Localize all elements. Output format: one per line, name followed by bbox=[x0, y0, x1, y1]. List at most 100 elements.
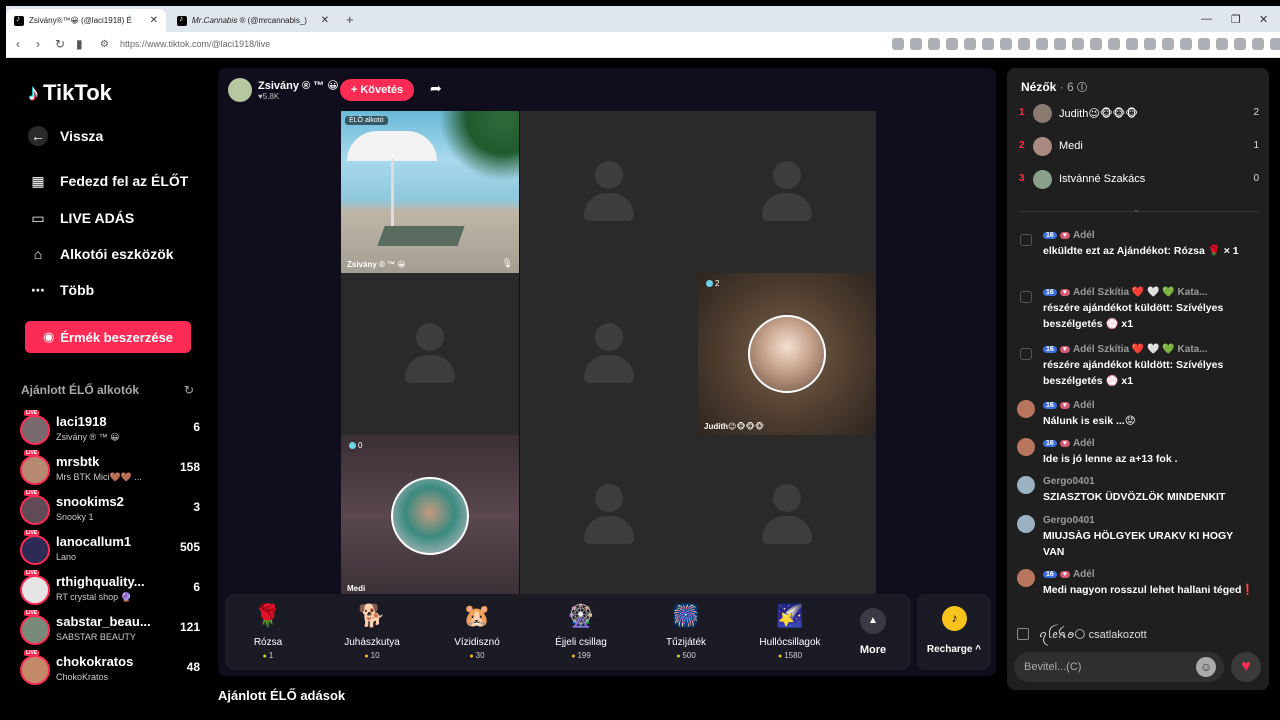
calendar-icon: ▦ bbox=[31, 172, 45, 189]
guest-cell-host[interactable]: ÉLŐ alkotó Zsivány ® ™ 😀 🎙 bbox=[341, 111, 519, 273]
person-placeholder-icon bbox=[584, 323, 634, 385]
host-info[interactable]: Zsivány ® ™ 😀 ♥5.8K bbox=[228, 78, 339, 102]
person-placeholder-icon bbox=[584, 161, 634, 223]
muted-mic-icon: 🎙 bbox=[501, 258, 513, 268]
nav-live-studio[interactable]: ▭ LIVE ADÁS bbox=[28, 208, 134, 228]
gift-fireworks[interactable]: 🎆Tűzijáték500 bbox=[636, 594, 736, 670]
creator-item[interactable]: LIVE rthighquality... RT crystal shop 🔮 6 bbox=[20, 570, 200, 608]
arrow-left-icon: ← bbox=[28, 126, 48, 146]
person-placeholder-icon bbox=[584, 483, 634, 546]
chevron-down-icon[interactable]: ⌄ bbox=[1133, 205, 1140, 214]
empty-seat[interactable] bbox=[698, 435, 876, 594]
tab-title: Zsivány®™😀 (@laci1918) É bbox=[29, 16, 132, 25]
gift-capybara[interactable]: 🐹Vízidisznó30 bbox=[427, 594, 527, 670]
avatar[interactable] bbox=[1017, 515, 1035, 533]
follow-button[interactable]: + Követés bbox=[340, 79, 414, 101]
empty-seat[interactable] bbox=[341, 273, 519, 435]
chat-panel: Nézők · 6 ⓘ 1 Judith😉🐵🐵🐵 2 2 Medi 1 3 Istvánn… bbox=[1007, 68, 1269, 690]
ferris-wheel-icon: 🎡 bbox=[567, 603, 595, 628]
empty-seat[interactable] bbox=[520, 273, 698, 435]
gift-night-star[interactable]: 🎡Éjjeli csillag199 bbox=[531, 594, 631, 670]
tab-title: 𝑀𝑟.𝐶𝑎𝑛𝑛𝑎𝑏𝑖𝑠 ® (@mrcannabis_) bbox=[192, 15, 307, 25]
joined-notice: ꪖꪶꫀꫝꪮ🌕 csatlakozott bbox=[1017, 623, 1147, 647]
viewer-row[interactable]: 3 Istvánné Szakács 0 bbox=[1019, 168, 1259, 192]
site-info-icon[interactable]: ⚙ bbox=[100, 39, 109, 50]
tiktok-favicon-icon bbox=[14, 14, 24, 26]
more-gifts-button[interactable]: ▲ bbox=[858, 608, 888, 634]
tiktok-logo[interactable]: ♪ TikTok bbox=[28, 80, 112, 106]
browser-tab-active[interactable]: Zsivány®™😀 (@laci1918) É ✕ bbox=[6, 9, 166, 32]
chat-input[interactable] bbox=[1024, 659, 1194, 675]
host-likes: ♥5.8K bbox=[258, 92, 280, 101]
info-icon: ⓘ bbox=[1077, 83, 1088, 94]
back-nav-icon[interactable]: ‹ bbox=[16, 37, 20, 51]
join-icon bbox=[1017, 628, 1029, 640]
gift-icon bbox=[1020, 234, 1032, 246]
empty-seat[interactable] bbox=[520, 435, 698, 594]
avatar bbox=[20, 495, 50, 525]
avatar bbox=[1033, 104, 1052, 123]
url-field[interactable]: https://www.tiktok.com/@laci1918/live bbox=[120, 39, 270, 49]
sidebar: ♪ TikTok ← Vissza ▦ Fedezd fel az ÉLŐT ▭ LIV… bbox=[6, 58, 206, 698]
recharge-button[interactable]: ♪ Recharge ^ bbox=[917, 594, 991, 670]
fireworks-icon: 🎆 bbox=[672, 603, 700, 628]
rose-icon: 🌹 bbox=[254, 603, 282, 628]
shooting-star-icon: 🌠 bbox=[776, 603, 804, 628]
live-badge: LIVE bbox=[24, 570, 40, 576]
like-heart-icon[interactable]: ♥ bbox=[1231, 652, 1261, 682]
refresh-icon[interactable]: ↻ bbox=[184, 383, 194, 397]
reload-icon[interactable]: ↻ bbox=[55, 37, 65, 51]
get-coins-button[interactable]: ◉ Érmék beszerzése bbox=[25, 321, 191, 353]
minimize-icon[interactable]: — bbox=[1201, 13, 1212, 25]
creator-item[interactable]: LIVE mrsbtk Mrs BTK Mici🤎🤎 ... 158 bbox=[20, 450, 200, 488]
restore-icon[interactable]: ❐ bbox=[1231, 13, 1241, 26]
creator-item[interactable]: LIVE chokokratos ChokoKratos 48 bbox=[20, 650, 200, 688]
nav-creator-tools[interactable]: ⌂ Alkotói eszközök bbox=[28, 244, 174, 264]
creator-tag: ÉLŐ alkotó bbox=[345, 116, 388, 125]
share-icon[interactable]: ➦ bbox=[430, 80, 442, 97]
avatar[interactable] bbox=[1017, 400, 1035, 418]
nav-more[interactable]: ⋯ Több bbox=[28, 280, 94, 300]
new-tab-icon[interactable]: + bbox=[346, 12, 354, 27]
avatar[interactable] bbox=[1017, 476, 1035, 494]
extension-icons bbox=[892, 38, 1280, 50]
gift-shooting-stars[interactable]: 🌠Hullócsillagok1580 bbox=[740, 594, 840, 670]
guest-cell[interactable]: 2 Judith😉🐵🐵🐵 bbox=[698, 273, 876, 435]
forward-nav-icon[interactable]: › bbox=[36, 37, 40, 51]
live-badge: LIVE bbox=[24, 490, 40, 496]
bookmark-icon[interactable]: ▮ bbox=[76, 37, 83, 51]
empty-seat[interactable] bbox=[520, 111, 698, 273]
gift-dog[interactable]: 🐕Juhászkutya10 bbox=[322, 594, 422, 670]
guest-score-badge: 2 bbox=[706, 279, 719, 288]
chat-input-box[interactable] bbox=[1014, 652, 1224, 682]
viewer-row[interactable]: 2 Medi 1 bbox=[1019, 135, 1259, 159]
close-tab-icon[interactable]: ✕ bbox=[313, 15, 329, 26]
empty-seat[interactable] bbox=[698, 111, 876, 273]
address-bar: ‹ › ↻ ▮ ⚙ https://www.tiktok.com/@laci19… bbox=[6, 32, 1280, 58]
more-gifts-label[interactable]: More bbox=[852, 644, 894, 656]
viewer-row[interactable]: 1 Judith😉🐵🐵🐵 2 bbox=[1019, 102, 1259, 126]
creator-item[interactable]: LIVE laci1918 Zsivány ® ™ 😀 6 bbox=[20, 410, 200, 448]
nav-back[interactable]: ← Vissza bbox=[28, 126, 103, 146]
capybara-icon: 🐹 bbox=[463, 603, 491, 628]
nav-explore-live[interactable]: ▦ Fedezd fel az ÉLŐT bbox=[28, 171, 188, 191]
more-icon: ⋯ bbox=[31, 281, 45, 298]
creator-item[interactable]: LIVE snookims2 Snooky 13 bbox=[20, 490, 200, 528]
live-badge: LIVE bbox=[24, 450, 40, 456]
close-window-icon[interactable]: ✕ bbox=[1259, 13, 1268, 26]
tiktok-note-icon: ♪ bbox=[28, 80, 39, 105]
avatar[interactable] bbox=[1017, 438, 1035, 456]
creator-item[interactable]: LIVE sabstar_beau... SABSTAR BEAUTY 121 bbox=[20, 610, 200, 648]
browser-tab[interactable]: 𝑀𝑟.𝐶𝑎𝑛𝑛𝑎𝑏𝑖𝑠 ® (@mrcannabis_) ✕ bbox=[169, 9, 337, 32]
guest-avatar bbox=[748, 315, 826, 393]
gift-rose[interactable]: 🌹Rózsa1 bbox=[218, 594, 318, 670]
creator-item[interactable]: LIVE lanocallum1 Lano 505 bbox=[20, 530, 200, 568]
person-placeholder-icon bbox=[762, 161, 812, 223]
guest-cell[interactable]: 0 Medi bbox=[341, 435, 519, 597]
avatar[interactable] bbox=[1017, 569, 1035, 587]
close-tab-icon[interactable]: ✕ bbox=[142, 15, 158, 26]
host-name: Zsivány ® ™ 😀 bbox=[258, 80, 339, 92]
gift-icon bbox=[1020, 348, 1032, 360]
host-avatar[interactable] bbox=[228, 78, 252, 102]
emoji-icon[interactable]: ☺ bbox=[1196, 657, 1216, 677]
